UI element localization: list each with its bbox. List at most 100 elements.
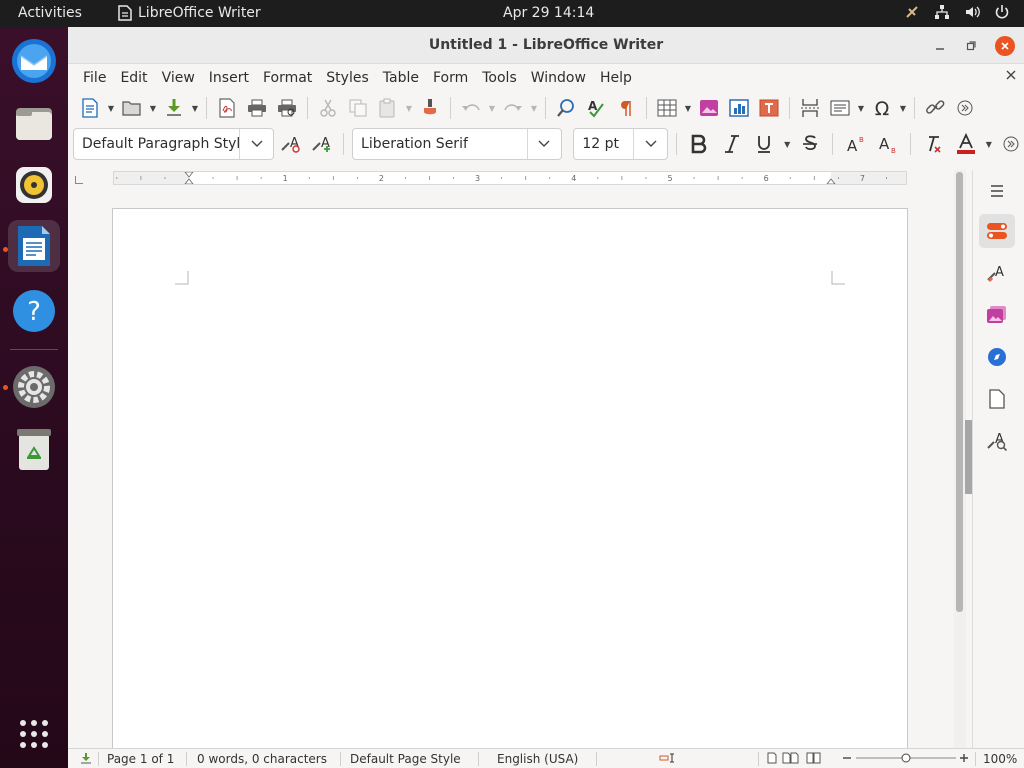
undo-dropdown-arrow[interactable]: ▼ (487, 104, 497, 113)
dock-settings[interactable] (8, 361, 60, 413)
document-page[interactable] (112, 208, 908, 768)
dock-files[interactable] (8, 97, 60, 149)
print-preview-button[interactable] (273, 95, 301, 121)
app-menu[interactable]: LibreOffice Writer (118, 5, 261, 21)
font-color-dropdown-arrow[interactable]: ▼ (984, 140, 993, 149)
sidebar-properties-tab[interactable] (979, 214, 1015, 248)
new-dropdown-arrow[interactable]: ▼ (106, 104, 116, 113)
paragraph-style-combo[interactable]: Default Paragraph Styl (73, 128, 274, 160)
save-status-button[interactable] (80, 752, 92, 767)
save-button[interactable] (160, 95, 188, 121)
word-count-status[interactable]: 0 words, 0 characters (197, 752, 327, 766)
page-break-button[interactable] (796, 95, 824, 121)
redo-dropdown-arrow[interactable]: ▼ (529, 104, 539, 113)
font-name-dropdown[interactable] (526, 129, 561, 159)
paste-dropdown-arrow[interactable]: ▼ (404, 104, 414, 113)
menu-insert[interactable]: Insert (202, 70, 256, 86)
insert-mode-status[interactable] (659, 752, 679, 767)
menu-help[interactable]: Help (593, 70, 639, 86)
insert-hyperlink-button[interactable] (921, 95, 949, 121)
page-number-status[interactable]: Page 1 of 1 (107, 752, 174, 766)
sidebar-styles-tab[interactable]: A (979, 256, 1015, 290)
menu-tools[interactable]: Tools (475, 70, 524, 86)
sidebar-style-inspector-tab[interactable]: A (979, 424, 1015, 458)
copy-button[interactable] (344, 95, 372, 121)
volume-icon[interactable] (964, 4, 980, 20)
sidebar-menu-button[interactable] (979, 174, 1015, 208)
menu-window[interactable]: Window (524, 70, 593, 86)
underline-button[interactable] (750, 130, 778, 158)
field-dropdown-arrow[interactable]: ▼ (856, 104, 866, 113)
special-character-button[interactable]: Ω (868, 95, 896, 121)
table-dropdown-arrow[interactable]: ▼ (683, 104, 693, 113)
show-applications-button[interactable] (8, 708, 60, 760)
close-document-button[interactable] (1006, 68, 1016, 84)
insert-table-button[interactable] (653, 95, 681, 121)
menu-view[interactable]: View (155, 70, 202, 86)
underline-dropdown-arrow[interactable]: ▼ (783, 140, 792, 149)
title-bar[interactable]: Untitled 1 - LibreOffice Writer (68, 27, 1024, 64)
view-layout-buttons[interactable] (767, 752, 823, 767)
clock[interactable]: Apr 29 14:14 (503, 5, 594, 21)
network-icon[interactable] (934, 4, 950, 20)
insert-image-button[interactable] (695, 95, 723, 121)
clear-formatting-button[interactable] (919, 130, 947, 158)
export-pdf-button[interactable] (213, 95, 241, 121)
menu-form[interactable]: Form (426, 70, 475, 86)
zoom-out-button[interactable] (842, 752, 852, 767)
menu-styles[interactable]: Styles (319, 70, 375, 86)
activities-button[interactable]: Activities (18, 5, 82, 21)
save-dropdown-arrow[interactable]: ▼ (190, 104, 200, 113)
language-status[interactable]: English (USA) (497, 752, 578, 766)
dock-help[interactable]: ? (8, 285, 60, 337)
sidebar-page-tab[interactable] (979, 382, 1015, 416)
horizontal-ruler[interactable]: 1 2 3 4 5 6 7 (113, 171, 907, 185)
dock-thunderbird[interactable] (8, 35, 60, 87)
power-icon[interactable] (994, 4, 1010, 20)
formatting-overflow-button[interactable] (998, 131, 1024, 157)
find-replace-button[interactable] (552, 95, 580, 121)
font-size-dropdown[interactable] (633, 129, 667, 159)
scrollbar-thumb[interactable] (956, 172, 963, 612)
clone-formatting-button[interactable] (416, 95, 444, 121)
dock-rhythmbox[interactable] (8, 159, 60, 211)
sidebar-gallery-tab[interactable] (979, 298, 1015, 332)
menu-table[interactable]: Table (376, 70, 426, 86)
undo-button[interactable] (457, 95, 485, 121)
zoom-level-status[interactable]: 100% (983, 752, 1017, 766)
insert-field-button[interactable] (826, 95, 854, 121)
dock-trash[interactable] (8, 423, 60, 475)
strikethrough-button[interactable] (796, 130, 824, 158)
formatting-marks-button[interactable] (612, 95, 640, 121)
superscript-button[interactable]: AB (841, 130, 869, 158)
redo-button[interactable] (499, 95, 527, 121)
insert-chart-button[interactable] (725, 95, 753, 121)
font-color-button[interactable] (952, 130, 980, 158)
minimize-button[interactable] (930, 36, 950, 56)
maximize-button[interactable] (961, 36, 981, 56)
print-button[interactable] (243, 95, 271, 121)
page-style-status[interactable]: Default Page Style (350, 752, 461, 766)
new-document-button[interactable] (76, 95, 104, 121)
update-style-button[interactable]: A (278, 131, 305, 157)
bold-button[interactable] (685, 130, 713, 158)
open-button[interactable] (118, 95, 146, 121)
menu-format[interactable]: Format (256, 70, 319, 86)
menu-file[interactable]: File (76, 70, 113, 86)
menu-edit[interactable]: Edit (113, 70, 154, 86)
zoom-slider[interactable] (856, 752, 956, 767)
italic-button[interactable] (718, 130, 746, 158)
font-name-combo[interactable]: Liberation Serif (352, 128, 562, 160)
insert-textbox-button[interactable] (755, 95, 783, 121)
sidebar-navigator-tab[interactable] (979, 340, 1015, 374)
zoom-in-button[interactable] (959, 752, 969, 767)
subscript-button[interactable]: AB (874, 130, 902, 158)
paste-button[interactable] (374, 95, 402, 121)
sidebar-collapse-handle[interactable] (965, 420, 972, 494)
special-character-dropdown-arrow[interactable]: ▼ (898, 104, 908, 113)
close-window-button[interactable] (995, 36, 1015, 56)
font-size-combo[interactable]: 12 pt (573, 128, 669, 160)
open-dropdown-arrow[interactable]: ▼ (148, 104, 158, 113)
accessibility-icon[interactable] (904, 4, 920, 20)
toolbar-overflow-button[interactable] (951, 95, 979, 121)
